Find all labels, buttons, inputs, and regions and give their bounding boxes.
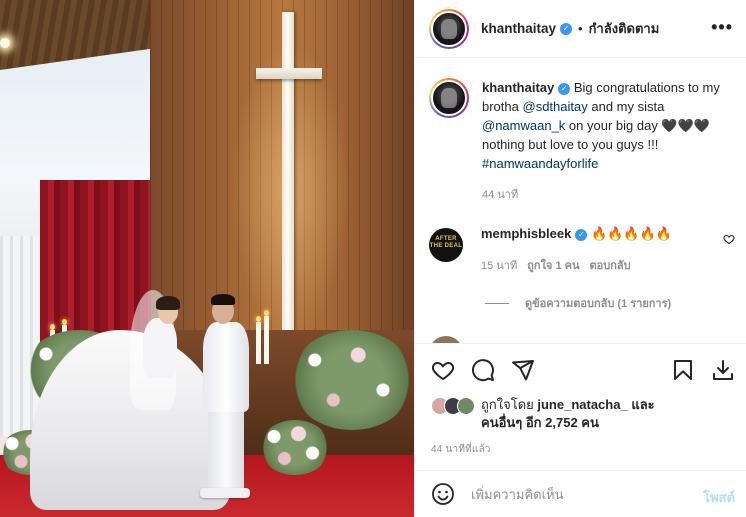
- mention-link[interactable]: @namwaan_k: [482, 118, 565, 133]
- photo-light: [0, 38, 10, 48]
- comments-section[interactable]: khanthaitay ✓ Big congratulations to my b…: [415, 58, 746, 343]
- likes-summary: ถูกใจโดย june_natacha_ และ คนอื่นๆ อีก 2…: [431, 396, 731, 432]
- post-photo[interactable]: [0, 0, 414, 517]
- comment-like-heart-icon[interactable]: [723, 233, 735, 245]
- comment-item: AFTER THE DEAL memphisbleek ✓ 🔥🔥🔥🔥🔥 15 นา…: [429, 226, 739, 274]
- download-icon[interactable]: [711, 358, 735, 382]
- following-button[interactable]: กำลังติดตาม: [589, 18, 660, 39]
- caption-text-2: and my sista: [591, 99, 665, 114]
- likes-others[interactable]: คนอื่นๆ อีก 2,752 คน: [481, 415, 599, 430]
- caption-text: khanthaitay ✓ Big congratulations to my b…: [482, 78, 740, 205]
- comment-input[interactable]: เพิ่มความคิดเห็น: [471, 484, 564, 505]
- verified-badge-icon: ✓: [558, 82, 571, 95]
- photo-bride-hair: [156, 296, 180, 310]
- header-username[interactable]: khanthaitay: [481, 21, 556, 36]
- view-replies-label: ดูข้อความตอบกลับ (1 รายการ): [525, 298, 672, 310]
- verified-badge-icon: ✓: [575, 228, 588, 241]
- emoji-icon[interactable]: [431, 482, 455, 506]
- photo-groom-hair: [211, 294, 235, 305]
- liker-avatars[interactable]: [431, 397, 475, 415]
- photo-groom-shoes: [200, 488, 250, 498]
- caption-username[interactable]: khanthaitay: [482, 80, 554, 95]
- comment-icon[interactable]: [471, 358, 495, 382]
- likes-prefix: ถูกใจโดย: [481, 397, 534, 412]
- verified-badge-icon: ✓: [560, 22, 573, 35]
- photo-candle: [264, 310, 269, 364]
- photo-groom: [203, 322, 249, 412]
- next-comment-avatar[interactable]: [429, 336, 463, 343]
- avatar[interactable]: [429, 8, 469, 49]
- likes-text: ถูกใจโดย june_natacha_ และ คนอื่นๆ อีก 2…: [481, 396, 655, 432]
- more-options-icon[interactable]: •••: [711, 17, 733, 38]
- mention-link[interactable]: @sdthaitay: [523, 99, 588, 114]
- photo-cross-bar: [256, 68, 322, 79]
- reply-button[interactable]: ตอบกลับ: [590, 256, 631, 274]
- likes-and: และ: [631, 397, 655, 412]
- replies-divider: [485, 302, 509, 304]
- liker-avatar: [457, 397, 475, 415]
- photo-flowers: [290, 330, 414, 430]
- caption: khanthaitay ✓ Big congratulations to my b…: [429, 78, 740, 205]
- view-replies-button[interactable]: ดูข้อความตอบกลับ (1 รายการ): [485, 294, 671, 312]
- comment-avatar[interactable]: AFTER THE DEAL: [429, 228, 463, 262]
- comment-username[interactable]: memphisbleek: [481, 226, 571, 241]
- caption-time[interactable]: 44 นาที: [482, 186, 740, 205]
- post-panel: khanthaitay ✓ • กำลังติดตาม ••• khanthai…: [414, 0, 746, 517]
- hashtag-link[interactable]: #namwaandayforlife: [482, 156, 598, 171]
- photo-bride: [143, 318, 177, 378]
- bookmark-icon[interactable]: [671, 358, 695, 382]
- photo-groom-legs: [208, 405, 244, 493]
- comment-likes[interactable]: ถูกใจ 1 คน: [527, 256, 579, 274]
- share-icon[interactable]: [511, 358, 535, 382]
- caption-avatar[interactable]: [429, 78, 469, 118]
- photo-candle: [256, 316, 261, 364]
- post-header: khanthaitay ✓ • กำลังติดตาม •••: [415, 0, 746, 58]
- liker-username[interactable]: june_natacha_: [537, 397, 627, 412]
- action-bar: [415, 343, 746, 393]
- like-heart-icon[interactable]: [431, 358, 455, 382]
- comment-time[interactable]: 15 นาที: [481, 256, 517, 274]
- post-timestamp[interactable]: 44 นาทีที่แล้ว: [431, 442, 491, 457]
- add-comment-bar: เพิ่มความคิดเห็น โพสต์: [415, 470, 746, 517]
- comment-text: 🔥🔥🔥🔥🔥: [590, 226, 672, 241]
- photo-cross: [282, 12, 294, 330]
- post-comment-button[interactable]: โพสต์: [703, 487, 735, 508]
- photo-flowers: [260, 420, 330, 475]
- header-separator: •: [578, 21, 583, 36]
